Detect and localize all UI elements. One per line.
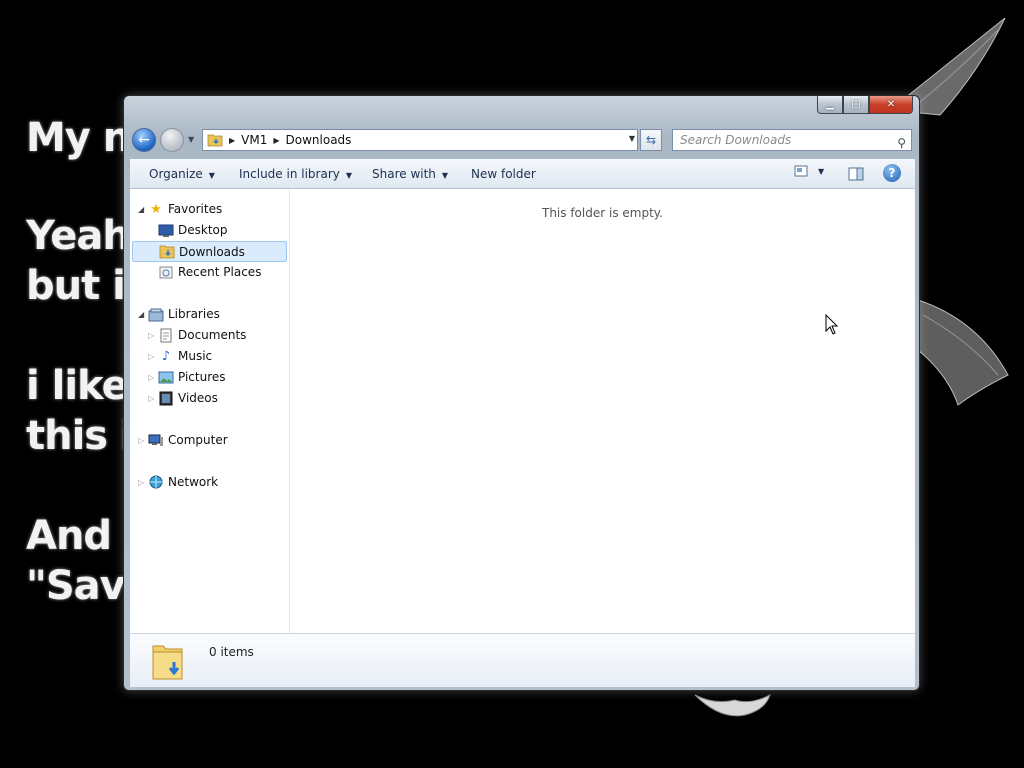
view-dropdown-icon[interactable]: ▼ (818, 167, 824, 176)
videos-icon (159, 391, 173, 406)
share-with-menu[interactable]: Share with ▼ (372, 167, 448, 181)
collapsed-arrow-icon[interactable]: ▷ (138, 472, 144, 493)
downloads-folder-icon (159, 245, 175, 259)
nav-item-desktop[interactable]: Desktop (130, 220, 287, 241)
maximize-button[interactable]: □ (843, 96, 869, 114)
address-row: ← ▼ ▶ VM1 ▶ Downloads ▼ ⇆ Search Downloa… (130, 126, 912, 154)
refresh-icon: ⇆ (645, 133, 657, 147)
nav-favorites[interactable]: ◢ ★ Favorites (130, 199, 287, 220)
nav-item-downloads[interactable]: Downloads (132, 241, 287, 262)
view-options: ▼ (794, 165, 824, 177)
recent-pages-dropdown[interactable]: ▼ (188, 135, 194, 144)
collapsed-arrow-icon[interactable]: ▷ (148, 388, 154, 409)
collapsed-arrow-icon[interactable]: ▷ (138, 430, 144, 451)
command-bar: Organize ▼ Include in library ▼ Share with… (130, 159, 915, 189)
nav-item-recent-places[interactable]: Recent Places (130, 262, 287, 283)
address-bar[interactable]: ▶ VM1 ▶ Downloads ▼ (202, 129, 638, 151)
downloads-folder-large-icon (152, 645, 183, 680)
libraries-icon (148, 308, 164, 322)
wallpaper-paw-bottom (694, 694, 771, 717)
chevron-down-icon: ▼ (208, 171, 215, 180)
collapsed-arrow-icon[interactable]: ▷ (148, 346, 154, 367)
breadcrumb-separator-icon[interactable]: ▶ (229, 136, 235, 145)
include-in-library-menu[interactable]: Include in library ▼ (239, 167, 352, 181)
refresh-button[interactable]: ⇆ (640, 129, 662, 151)
recent-places-icon (159, 266, 173, 279)
mouse-cursor-icon (825, 314, 839, 335)
breadcrumb-downloads[interactable]: Downloads (286, 133, 352, 147)
details-pane: 0 items (130, 633, 915, 687)
nav-item-pictures[interactable]: ▷ Pictures (130, 367, 287, 388)
file-list-pane[interactable]: This folder is empty. (290, 189, 915, 633)
search-placeholder: Search Downloads (680, 133, 792, 147)
preview-pane-icon[interactable] (848, 167, 864, 181)
collapsed-arrow-icon[interactable]: ▷ (148, 367, 154, 388)
empty-folder-message: This folder is empty. (542, 206, 663, 220)
explorer-window: ▁ □ ✕ ← ▼ ▶ VM1 ▶ Downloads ▼ ⇆ Search D… (123, 95, 920, 691)
nav-libraries[interactable]: ◢ Libraries (130, 304, 287, 325)
breadcrumb-vm1[interactable]: VM1 (241, 133, 267, 147)
nav-item-videos[interactable]: ▷ Videos (130, 388, 287, 409)
new-folder-button[interactable]: New folder (471, 167, 536, 181)
navigation-pane: ◢ ★ Favorites Desktop Downloads Recent P… (130, 189, 290, 633)
wallpaper-wing-right (918, 299, 1009, 406)
expanded-arrow-icon[interactable]: ◢ (138, 199, 144, 220)
help-icon[interactable]: ? (883, 164, 901, 182)
pictures-icon (158, 371, 174, 384)
expanded-arrow-icon[interactable]: ◢ (138, 304, 144, 325)
search-icon[interactable]: ⚲ (897, 133, 906, 153)
content-area: ◢ ★ Favorites Desktop Downloads Recent P… (130, 189, 915, 633)
star-icon: ★ (150, 202, 162, 217)
music-icon: ♪ (161, 349, 171, 364)
collapsed-arrow-icon[interactable]: ▷ (148, 325, 154, 346)
nav-computer[interactable]: ▷ Computer (130, 430, 287, 451)
minimize-button[interactable]: ▁ (817, 96, 843, 114)
chevron-down-icon: ▼ (441, 171, 449, 180)
search-input[interactable]: Search Downloads ⚲ (672, 129, 912, 151)
desktop-icon (158, 224, 174, 237)
caption-buttons: ▁ □ ✕ (817, 96, 913, 115)
back-arrow-icon: ← (138, 132, 150, 148)
close-button[interactable]: ✕ (869, 96, 913, 114)
nav-network[interactable]: ▷ Network (130, 472, 287, 493)
downloads-folder-icon (207, 134, 223, 147)
desktop-text-4: i like (26, 363, 129, 409)
nav-item-documents[interactable]: ▷ Documents (130, 325, 287, 346)
address-history-dropdown-icon[interactable]: ▼ (629, 134, 635, 143)
breadcrumb-separator-icon[interactable]: ▶ (273, 136, 279, 145)
network-icon (149, 475, 163, 489)
computer-icon (148, 434, 163, 446)
nav-item-music[interactable]: ▷ ♪ Music (130, 346, 287, 367)
item-count: 0 items (209, 645, 254, 659)
forward-button[interactable] (160, 128, 184, 152)
organize-menu[interactable]: Organize ▼ (149, 167, 215, 181)
chevron-down-icon: ▼ (345, 171, 353, 180)
change-view-icon[interactable] (794, 165, 808, 177)
back-button[interactable]: ← (132, 128, 156, 152)
documents-icon (160, 328, 172, 343)
